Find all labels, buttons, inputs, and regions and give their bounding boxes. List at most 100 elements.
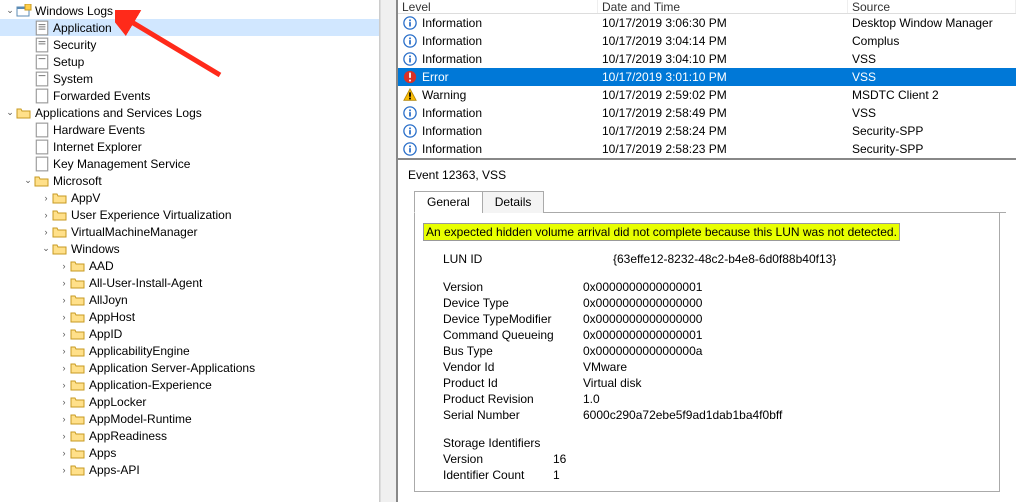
event-source: MSDTC Client 2 <box>848 88 1016 102</box>
tree-label: Key Management Service <box>53 157 190 171</box>
detail-key: Version <box>443 279 583 295</box>
tree-node-security[interactable]: Security <box>0 36 379 53</box>
event-date: 10/17/2019 2:58:24 PM <box>598 124 848 138</box>
tree-label: Application Server-Applications <box>89 361 255 375</box>
tree-node-appHost[interactable]: › AppHost <box>0 308 379 325</box>
event-source: Security-SPP <box>848 124 1016 138</box>
event-row[interactable]: Warning10/17/2019 2:59:02 PMMSDTC Client… <box>398 86 1016 104</box>
chevron-right-icon[interactable]: › <box>58 362 70 374</box>
chevron-down-icon[interactable]: ⌄ <box>4 107 16 119</box>
chevron-down-icon[interactable]: ⌄ <box>4 5 16 17</box>
chevron-down-icon[interactable]: ⌄ <box>40 243 52 255</box>
tree-node-appID[interactable]: ›AppID <box>0 325 379 342</box>
chevron-right-icon[interactable]: › <box>40 226 52 238</box>
info-icon <box>402 123 418 139</box>
tree-node-system[interactable]: System <box>0 70 379 87</box>
tree-label: Apps-API <box>89 463 140 477</box>
tree-label: ApplicabilityEngine <box>89 344 190 358</box>
tree-node-setup[interactable]: Setup <box>0 53 379 70</box>
event-date: 10/17/2019 2:58:23 PM <box>598 142 848 156</box>
col-header-level[interactable]: Level <box>398 0 598 13</box>
detail-value: Virtual disk <box>583 375 641 391</box>
tree-node-windows-logs[interactable]: ⌄ Windows Logs <box>0 2 379 19</box>
chevron-right-icon[interactable]: › <box>58 413 70 425</box>
event-row[interactable]: Information10/17/2019 2:58:24 PMSecurity… <box>398 122 1016 140</box>
folder-icon <box>70 446 86 460</box>
event-source: Security-SPP <box>848 142 1016 156</box>
tree-node-appModel[interactable]: ›AppModel-Runtime <box>0 410 379 427</box>
tree-node-ie[interactable]: Internet Explorer <box>0 138 379 155</box>
folder-icon <box>70 412 86 426</box>
tree-node-uev[interactable]: › User Experience Virtualization <box>0 206 379 223</box>
chevron-right-icon[interactable]: › <box>40 192 52 204</box>
navigation-tree[interactable]: ⌄ Windows Logs Application Security Setu… <box>0 0 380 502</box>
tree-node-appv[interactable]: › AppV <box>0 189 379 206</box>
tree-node-application[interactable]: Application <box>0 19 379 36</box>
detail-value: {63effe12-8232-48c2-b4e8-6d0f88b40f13} <box>613 251 836 267</box>
chevron-right-icon[interactable]: › <box>58 294 70 306</box>
detail-value: VMware <box>583 359 627 375</box>
chevron-right-icon[interactable]: › <box>58 447 70 459</box>
event-row[interactable]: Information10/17/2019 2:58:49 PMVSS <box>398 104 1016 122</box>
event-row[interactable]: Error10/17/2019 3:01:10 PMVSS <box>398 68 1016 86</box>
chevron-right-icon[interactable]: › <box>58 277 70 289</box>
tree-node-windows-folder[interactable]: ⌄ Windows <box>0 240 379 257</box>
tree-node-aad[interactable]: › AAD <box>0 257 379 274</box>
tree-node-appServer[interactable]: › Application Server-Applications <box>0 359 379 376</box>
folder-icon <box>70 276 86 290</box>
chevron-right-icon[interactable]: › <box>40 209 52 221</box>
tree-node-vmm[interactable]: › VirtualMachineManager <box>0 223 379 240</box>
chevron-right-icon[interactable]: › <box>58 379 70 391</box>
tree-label: Microsoft <box>53 174 102 188</box>
chevron-right-icon[interactable]: › <box>58 311 70 323</box>
tree-label: AppReadiness <box>89 429 167 443</box>
detail-body: An expected hidden volume arrival did no… <box>414 213 1000 492</box>
chevron-right-icon[interactable]: › <box>58 260 70 272</box>
chevron-right-icon[interactable]: › <box>58 345 70 357</box>
tree-node-hardware-events[interactable]: Hardware Events <box>0 121 379 138</box>
tree-node-applicability[interactable]: › ApplicabilityEngine <box>0 342 379 359</box>
event-source: Complus <box>848 34 1016 48</box>
tree-node-appsApi[interactable]: › Apps-API <box>0 461 379 478</box>
tree-node-app-services[interactable]: ⌄ Applications and Services Logs <box>0 104 379 121</box>
chevron-right-icon[interactable]: › <box>58 464 70 476</box>
detail-value: 1 <box>553 467 560 483</box>
tree-node-kms[interactable]: Key Management Service <box>0 155 379 172</box>
tree-scrollbar[interactable] <box>380 0 396 502</box>
col-header-source[interactable]: Source <box>848 0 1016 13</box>
tree-node-forwarded[interactable]: Forwarded Events <box>0 87 379 104</box>
event-level: Warning <box>422 88 466 102</box>
tree-label: System <box>53 72 93 86</box>
tree-node-microsoft[interactable]: ⌄ Microsoft <box>0 172 379 189</box>
event-row[interactable]: Information10/17/2019 2:58:23 PMSecurity… <box>398 140 1016 158</box>
chevron-down-icon[interactable]: ⌄ <box>22 175 34 187</box>
folder-icon <box>52 208 68 222</box>
chevron-right-icon[interactable]: › <box>58 430 70 442</box>
warn-icon <box>402 87 418 103</box>
tree-node-allUser[interactable]: › All-User-Install-Agent <box>0 274 379 291</box>
event-list[interactable]: Level Date and Time Source Information10… <box>398 0 1016 160</box>
folder-icon <box>70 378 86 392</box>
tab-details[interactable]: Details <box>482 191 545 213</box>
event-row[interactable]: Information10/17/2019 3:04:14 PMComplus <box>398 32 1016 50</box>
event-row[interactable]: Information10/17/2019 3:04:10 PMVSS <box>398 50 1016 68</box>
chevron-right-icon[interactable]: › <box>58 328 70 340</box>
event-level: Information <box>422 16 482 30</box>
chevron-right-icon[interactable]: › <box>58 396 70 408</box>
detail-key: Device TypeModifier <box>443 311 583 327</box>
tree-node-apps[interactable]: ›Apps <box>0 444 379 461</box>
log-file-icon <box>34 38 50 52</box>
tree-node-appExp[interactable]: ›Application-Experience <box>0 376 379 393</box>
tab-general[interactable]: General <box>414 191 483 213</box>
event-row[interactable]: Information10/17/2019 3:06:30 PMDesktop … <box>398 14 1016 32</box>
col-header-date[interactable]: Date and Time <box>598 0 848 13</box>
tree-label: AAD <box>89 259 114 273</box>
folder-icon <box>52 191 68 205</box>
tree-node-appReadiness[interactable]: › AppReadiness <box>0 427 379 444</box>
tree-label: VirtualMachineManager <box>71 225 198 239</box>
tree-node-allJoyn[interactable]: ›AllJoyn <box>0 291 379 308</box>
tree-label: AppHost <box>89 310 135 324</box>
event-level: Error <box>422 70 449 84</box>
tree-node-appLocker[interactable]: ›AppLocker <box>0 393 379 410</box>
tree-label: All-User-Install-Agent <box>89 276 202 290</box>
